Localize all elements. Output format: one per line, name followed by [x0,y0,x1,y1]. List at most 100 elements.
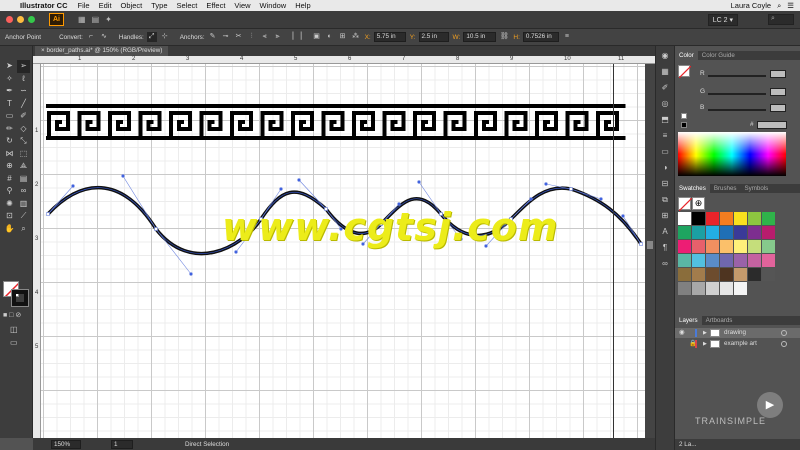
swatch[interactable] [762,240,775,253]
swatch[interactable] [678,212,691,225]
selection-tool-icon[interactable]: ➤ [3,60,16,73]
brushes-panel-icon[interactable]: ✐ [658,81,672,94]
paintbrush-tool-icon[interactable]: ✐ [17,110,30,123]
swatch[interactable] [678,240,691,253]
control-bar-menu-icon[interactable]: ≡ [562,32,572,42]
handle-point[interactable] [599,197,603,201]
spotlight-search-icon[interactable]: ⌕ [777,1,781,11]
align-center-icon[interactable]: ⫶ [247,32,257,42]
anchor-point[interactable] [154,227,158,231]
visibility-eye-icon[interactable]: ◉ [679,328,685,338]
swatch[interactable] [720,212,733,225]
fill-stroke-widget[interactable] [3,281,29,307]
y-field[interactable]: 2.5 in [418,32,449,42]
character-panel-icon[interactable]: A [658,225,672,238]
swatch[interactable] [678,226,691,239]
menu-object[interactable]: Object [121,1,143,10]
pathfinder-panel-icon[interactable]: ⧉ [658,193,672,206]
swatch[interactable] [734,226,747,239]
white-swatch[interactable] [681,113,687,119]
minimize-window-icon[interactable] [17,16,24,23]
swatch[interactable] [706,240,719,253]
h-field[interactable]: 0.7526 in [522,32,559,42]
mesh-tool-icon[interactable]: # [3,173,16,186]
swatch[interactable] [762,212,775,225]
swatch[interactable] [706,226,719,239]
draw-mode-icon[interactable]: ◫ [10,325,18,334]
shape-builder-tool-icon[interactable]: ⊕ [3,160,16,173]
channel-b-value[interactable] [770,104,786,112]
swatch[interactable] [706,212,719,225]
x-field[interactable]: 5.75 in [373,32,406,42]
layer-name[interactable]: example art [724,339,757,349]
links-panel-icon[interactable]: ∞ [658,257,672,270]
align-vertical-icon[interactable]: ⫷ [260,32,270,42]
artboard-navigation-field[interactable]: 1 [111,439,133,449]
line-tool-icon[interactable]: ╱ [17,98,30,111]
swatch[interactable] [706,268,719,281]
stroke-panel-icon[interactable]: ≡ [658,129,672,142]
handle-point[interactable] [189,272,193,276]
align-right-icon[interactable]: ▏ [299,32,309,42]
channel-b-slider[interactable] [708,109,766,111]
convert-to-corner-icon[interactable]: ⌐ [86,32,96,42]
swatch[interactable] [734,240,747,253]
swatch[interactable] [720,282,733,295]
convert-to-smooth-icon[interactable]: ∿ [99,32,109,42]
hide-handles-icon[interactable]: ⊹ [160,32,170,42]
swatch[interactable] [692,240,705,253]
layer-row-example-art[interactable]: 🔒 ▶ example art [675,339,800,349]
connect-anchors-icon[interactable]: ⊸ [221,32,231,42]
gpu-performance-icon[interactable]: ✦ [105,15,112,24]
swatch[interactable] [720,254,733,267]
handle-point[interactable] [417,180,421,184]
arrange-documents-icon[interactable]: ▤ [92,15,100,24]
swatch[interactable] [748,254,761,267]
swatch[interactable] [692,226,705,239]
menu-window[interactable]: Window [260,1,287,10]
channel-g-value[interactable] [770,88,786,96]
notification-list-icon[interactable]: ☰ [787,1,794,10]
swatch[interactable] [748,268,761,281]
swatch[interactable] [678,268,691,281]
handle-point[interactable] [279,187,283,191]
swatches-panel-icon[interactable]: ▦ [658,65,672,78]
eraser-tool-icon[interactable]: ◇ [17,123,30,136]
screen-mode-icon[interactable]: ▭ [10,338,18,347]
channel-r-value[interactable] [770,70,786,78]
hex-value-field[interactable] [757,121,787,129]
anchor-point[interactable] [639,242,643,246]
swatch[interactable] [748,226,761,239]
menu-select[interactable]: Select [177,1,198,10]
cut-path-icon[interactable]: ✂ [234,32,244,42]
appearance-panel-icon[interactable]: ◎ [658,97,672,110]
swatch[interactable] [678,282,691,295]
graphic-styles-panel-icon[interactable]: ⬒ [658,113,672,126]
stock-search-input[interactable]: ⌕ [768,14,794,25]
transform-panel-icon[interactable]: ⊞ [658,209,672,222]
swatch[interactable] [692,282,705,295]
swatch[interactable] [734,282,747,295]
registration-swatch-icon[interactable]: ⊕ [692,197,705,210]
none-swatch[interactable] [678,197,693,212]
menu-type[interactable]: Type [151,1,167,10]
tab-artboards[interactable]: Artboards [702,316,737,325]
perspective-grid-tool-icon[interactable]: ⟁ [17,160,30,173]
graph-tool-icon[interactable]: ▥ [17,198,30,211]
document-tab[interactable]: × border_paths.ai* @ 150% (RGB/Preview) [35,46,169,56]
type-tool-icon[interactable]: T [3,98,16,111]
stroke-swatch[interactable] [11,289,29,307]
w-field[interactable]: 10.5 in [463,32,497,42]
tab-color[interactable]: Color [675,51,698,60]
vertical-ruler[interactable]: 1 2 3 4 5 [33,64,41,438]
menu-edit[interactable]: Edit [99,1,112,10]
zoom-window-icon[interactable] [28,16,35,23]
user-name[interactable]: Laura Coyle [731,1,771,10]
tab-swatches[interactable]: Swatches [675,184,710,193]
handle-point[interactable] [121,174,125,178]
swatch[interactable] [762,226,775,239]
rectangle-tool-icon[interactable]: ▭ [3,110,16,123]
expand-arrow-icon[interactable]: ▶ [703,328,707,338]
align-left-icon[interactable]: ▕ [286,32,296,42]
recolor-icon[interactable]: ◐ [325,32,335,42]
